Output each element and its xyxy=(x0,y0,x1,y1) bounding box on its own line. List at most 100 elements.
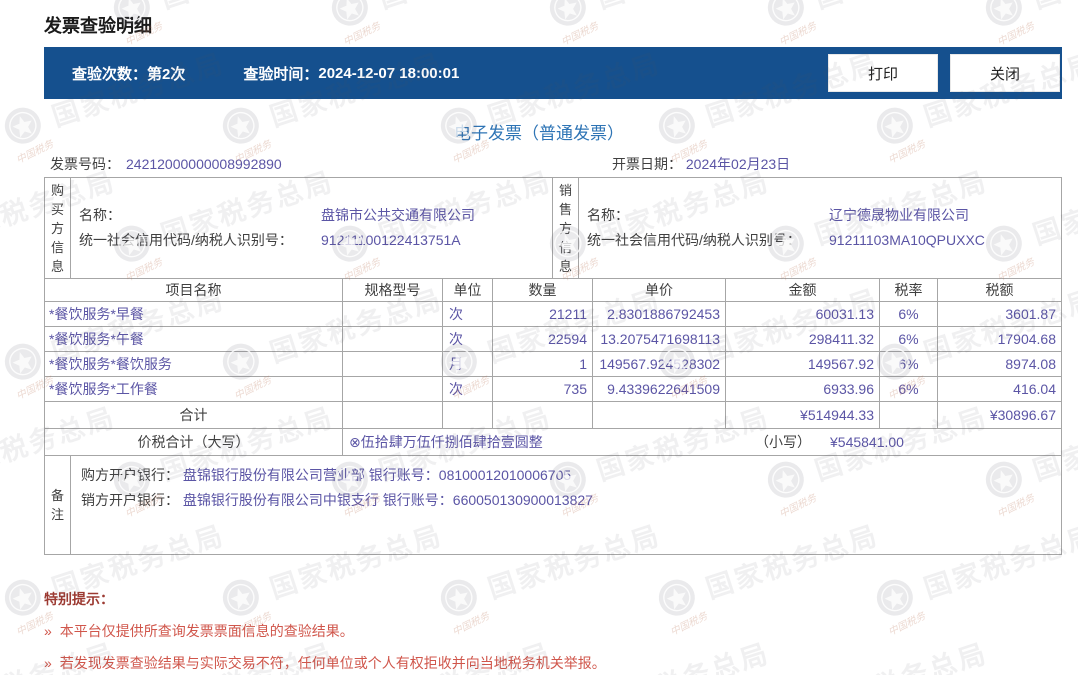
total-qty-cell xyxy=(492,401,593,429)
table-row: *餐饮服务*工作餐 次 735 9.4339622641509 6933.96 6% 416… xyxy=(44,376,1062,402)
items-total-row: 合计 ¥514944.33 ¥30896.67 xyxy=(44,401,1062,429)
buyer-name-label: 名称： xyxy=(79,207,121,223)
total-label: 合计 xyxy=(44,401,343,429)
remarks-content: 购方开户银行： 盘锦银行股份有限公司营业部 银行账号：0810001201000… xyxy=(70,455,1062,555)
invoice-date-label: 开票日期： xyxy=(612,156,682,172)
watermark-text: 国家税务总局 xyxy=(809,0,992,16)
notice-text: 本平台仅提供所查询发票票面信息的查验结果。 xyxy=(59,623,354,639)
tax-total-content: ⊗伍拾肆万伍仟捌佰肆拾壹圆整 （小写） ¥545841.00 xyxy=(342,428,1062,456)
notice-text: 若发现发票查验结果与实际交易不符，任何单位或个人有权拒收并向当地税务机关举报。 xyxy=(59,655,606,671)
amount-in-words: ⊗伍拾肆万伍仟捌佰肆拾壹圆整 xyxy=(349,434,543,450)
check-time-value: 2024-12-07 18:00:01 xyxy=(318,64,460,82)
total-amount-value: ¥514944.33 xyxy=(725,401,880,429)
tax-seal-icon xyxy=(767,0,804,26)
cell-price: 9.4339622641509 xyxy=(592,376,726,402)
remarks-table: 备注 购方开户银行： 盘锦银行股份有限公司营业部 银行账号：0810001201… xyxy=(44,455,1062,555)
seller-info-cell: 名称： 辽宁德晟物业有限公司 统一社会信用代码/纳税人识别号： 91211103… xyxy=(578,177,1062,279)
watermark-tile: 国家税务总局中国税务 xyxy=(544,0,775,48)
notice-section: 特别提示： » 本平台仅提供所查询发票票面信息的查验结果。 » 若发现发票查验结果与实… xyxy=(44,589,1062,673)
watermark-subtext: 中国税务 xyxy=(341,20,383,49)
header-amount: 金额 xyxy=(725,278,880,302)
page-title: 发票查验明细 xyxy=(44,16,152,36)
total-unit-cell xyxy=(442,401,493,429)
header-rate: 税率 xyxy=(879,278,938,302)
seller-bank-value: 盘锦银行股份有限公司中银支行 银行账号：660050130900013827 xyxy=(182,492,593,508)
seller-name-label: 名称： xyxy=(587,207,629,223)
watermark-subtext: 中国税务 xyxy=(777,20,819,49)
cell-qty: 21211 xyxy=(492,301,593,327)
cell-rate: 6% xyxy=(879,351,938,377)
cell-qty: 1 xyxy=(492,351,593,377)
cell-qty: 735 xyxy=(492,376,593,402)
cell-rate: 6% xyxy=(879,376,938,402)
header-spec: 规格型号 xyxy=(342,278,443,302)
cell-spec xyxy=(342,301,443,327)
print-button[interactable]: 打印 xyxy=(828,54,938,92)
invoice-date-value: 2024年02月23日 xyxy=(685,156,791,172)
buyer-bank-value: 盘锦银行股份有限公司营业部 银行账号：08100012010006705 xyxy=(182,467,572,483)
items-header-row: 项目名称 规格型号 单位 数量 单价 金额 税率 税额 xyxy=(44,278,1062,302)
total-spec-cell xyxy=(342,401,443,429)
table-row: *餐饮服务*早餐 次 21211 2.8301886792453 60031.13 6% 3… xyxy=(44,301,1062,327)
buyer-info-cell: 名称： 盘锦市公共交通有限公司 统一社会信用代码/纳税人识别号： 9121110… xyxy=(70,177,553,279)
party-table: 购买方信息 名称： 盘锦市公共交通有限公司 统一社会信用代码/纳税人识别号： 9… xyxy=(44,177,1062,279)
cell-price: 2.8301886792453 xyxy=(592,301,726,327)
check-count: 查验次数： 第2次 xyxy=(72,63,185,84)
cell-unit: 月 xyxy=(442,351,493,377)
check-count-label: 查验次数： xyxy=(72,65,148,83)
check-count-value: 第2次 xyxy=(147,65,186,83)
buyer-taxid-label: 统一社会信用代码/纳税人识别号： xyxy=(79,232,293,248)
total-tax-value: ¥30896.67 xyxy=(937,401,1062,429)
tax-total-label: 价税合计（大写） xyxy=(44,428,343,456)
cell-tax: 8974.08 xyxy=(937,351,1062,377)
watermark-subtext: 中国税务 xyxy=(995,20,1037,49)
cell-spec xyxy=(342,326,443,352)
cell-rate: 6% xyxy=(879,301,938,327)
watermark-tile: 国家税务总局中国税务 xyxy=(326,0,557,48)
tax-total-table: 价税合计（大写） ⊗伍拾肆万伍仟捌佰肆拾壹圆整 （小写） ¥545841.00 xyxy=(44,428,1062,456)
header-qty: 数量 xyxy=(492,278,593,302)
seller-name-value: 辽宁德晟物业有限公司 xyxy=(829,207,969,223)
cell-qty: 22594 xyxy=(492,326,593,352)
cell-amount: 60031.13 xyxy=(725,301,880,327)
remark-line: 购方开户银行： 盘锦银行股份有限公司营业部 银行账号：0810001201000… xyxy=(81,463,1051,488)
buyer-bank-label: 购方开户银行： xyxy=(81,467,179,483)
check-time: 查验时间： 2024-12-07 18:00:01 xyxy=(243,63,459,84)
invoice-box: 购买方信息 名称： 盘锦市公共交通有限公司 统一社会信用代码/纳税人识别号： 9… xyxy=(44,177,1062,555)
check-time-label: 查验时间： xyxy=(243,65,319,83)
lowercase-label: （小写） xyxy=(755,434,811,450)
tax-seal-icon xyxy=(985,0,1022,26)
header-unit: 单位 xyxy=(442,278,493,302)
cell-name: *餐饮服务*早餐 xyxy=(44,301,343,327)
cell-name: *餐饮服务*餐饮服务 xyxy=(44,351,343,377)
header-item-name: 项目名称 xyxy=(44,278,343,302)
seller-taxid-label: 统一社会信用代码/纳税人识别号： xyxy=(587,232,801,248)
header-tax: 税额 xyxy=(937,278,1062,302)
watermark-text: 国家税务总局 xyxy=(591,0,774,16)
cell-amount: 298411.32 xyxy=(725,326,880,352)
close-button[interactable]: 关闭 xyxy=(950,54,1060,92)
notice-bullet: » xyxy=(44,655,52,671)
watermark-subtext: 中国税务 xyxy=(559,20,601,49)
cell-spec xyxy=(342,351,443,377)
tax-seal-icon xyxy=(331,0,368,26)
cell-amount: 6933.96 xyxy=(725,376,880,402)
tax-seal-icon xyxy=(4,343,41,380)
cell-rate: 6% xyxy=(879,326,938,352)
seller-bank-label: 销方开户银行： xyxy=(81,492,179,508)
buyer-name-value: 盘锦市公共交通有限公司 xyxy=(321,207,475,223)
cell-price: 149567.924528302 xyxy=(592,351,726,377)
cell-unit: 次 xyxy=(442,376,493,402)
tax-seal-icon xyxy=(549,0,586,26)
cell-name: *餐饮服务*工作餐 xyxy=(44,376,343,402)
items-table: 项目名称 规格型号 单位 数量 单价 金额 税率 税额 *餐饮服务*早餐次 212… xyxy=(44,278,1062,429)
notice-item: » 本平台仅提供所查询发票票面信息的查验结果。 xyxy=(44,621,1062,641)
buyer-section-label: 购买方信息 xyxy=(44,177,71,279)
table-row: *餐饮服务*餐饮服务 月 1 149567.924528302 149567.92 6% 8… xyxy=(44,351,1062,377)
cell-unit: 次 xyxy=(442,326,493,352)
cell-tax: 416.04 xyxy=(937,376,1062,402)
cell-spec xyxy=(342,376,443,402)
remark-line: 销方开户银行： 盘锦银行股份有限公司中银支行 银行账号：660050130900… xyxy=(81,488,1051,513)
watermark-text: 国家税务总局 xyxy=(373,0,556,16)
cell-unit: 次 xyxy=(442,301,493,327)
